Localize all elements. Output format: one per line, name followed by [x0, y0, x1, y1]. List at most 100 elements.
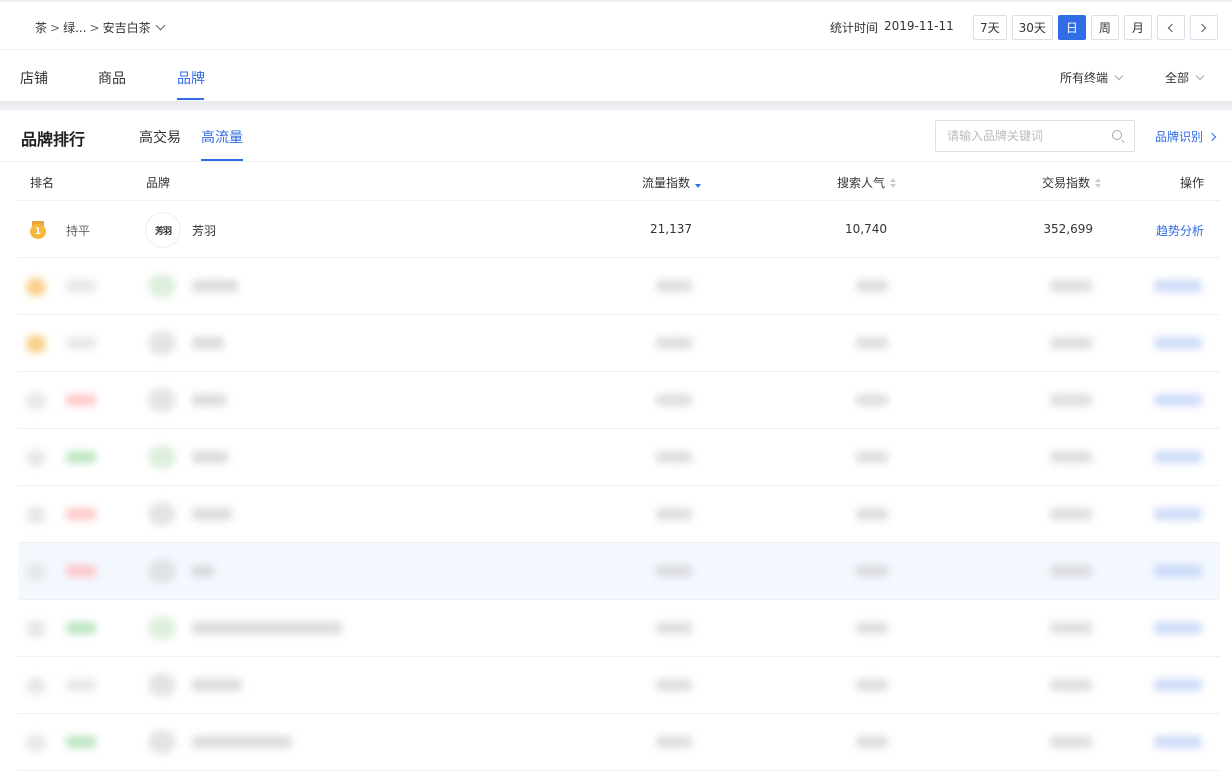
table-row[interactable] — [18, 714, 1220, 771]
brand-search[interactable] — [935, 120, 1135, 152]
trade-index-pill — [1050, 394, 1092, 406]
stat-time-value: 2019-11-11 — [884, 19, 954, 33]
obscured-row-content — [18, 714, 1220, 771]
brand-logo — [148, 388, 176, 412]
chevron-down-icon[interactable] — [155, 20, 166, 31]
tab-brands[interactable]: 品牌 — [177, 68, 205, 88]
action-link-pill — [1154, 736, 1202, 748]
search-icon[interactable] — [1112, 130, 1122, 140]
brand-logo — [148, 331, 176, 355]
period-month-button[interactable]: 月 — [1123, 15, 1152, 40]
traffic-index-pill — [656, 451, 692, 463]
terminal-dropdown[interactable]: 所有终端 — [1060, 69, 1124, 86]
traffic-index-value: 21,137 — [650, 222, 692, 236]
page-title: 品牌排行 — [21, 130, 86, 149]
brand-logo: 芳羽 — [145, 212, 181, 248]
sort-icon — [1095, 177, 1102, 188]
next-period-button[interactable] — [1189, 15, 1218, 40]
table-row[interactable] — [18, 657, 1220, 714]
tab-products[interactable]: 商品 — [98, 68, 126, 88]
prev-period-button[interactable] — [1156, 15, 1185, 40]
table-row[interactable] — [18, 543, 1220, 600]
column-search-label: 搜索人气 — [837, 176, 886, 190]
trend-analysis-link[interactable]: 趋势分析 — [1156, 222, 1204, 239]
search-popularity-pill — [856, 736, 888, 748]
table-row[interactable] — [18, 315, 1220, 372]
subtab-high-traffic[interactable]: 高流量 — [201, 127, 243, 147]
traffic-index-pill — [656, 394, 692, 406]
search-popularity-pill — [856, 394, 888, 406]
trade-index-pill — [1050, 508, 1092, 520]
rank-change-pill — [66, 280, 96, 292]
traffic-index-pill — [656, 679, 692, 691]
obscured-row-content — [18, 543, 1220, 600]
stat-time-label: 统计时间 — [830, 21, 879, 35]
rank-badge — [26, 278, 46, 296]
subtab-high-trade[interactable]: 高交易 — [139, 127, 181, 147]
active-subtab-indicator — [201, 159, 243, 161]
trade-index-value: 352,699 — [1043, 222, 1093, 236]
obscured-row-content — [18, 657, 1220, 714]
section-divider — [0, 101, 1232, 111]
table-row[interactable] — [18, 372, 1220, 429]
column-rank: 排名 — [30, 174, 54, 191]
column-traffic-index[interactable]: 流量指数 — [642, 174, 702, 191]
rank-badge — [26, 563, 46, 581]
brand-logo — [148, 616, 176, 640]
table-row[interactable] — [18, 600, 1220, 657]
brand-name-pill — [192, 508, 232, 520]
search-popularity-pill — [856, 508, 888, 520]
action-link-pill — [1154, 280, 1202, 292]
active-tab-indicator — [177, 98, 204, 100]
search-input[interactable] — [947, 129, 1107, 143]
ranking-header: 品牌排行 高交易 高流量 品牌识别 — [0, 111, 1232, 162]
top-bar: 茶 > 绿... > 安吉白茶 统计时间 2019-11-11 7天 30天 日… — [0, 0, 1232, 50]
brand-logo — [148, 730, 176, 754]
obscured-row-content — [18, 315, 1220, 372]
trade-index-pill — [1050, 679, 1092, 691]
action-link-pill — [1154, 337, 1202, 349]
breadcrumb-item-current[interactable]: 安吉白茶 — [103, 19, 151, 36]
action-link-pill — [1154, 679, 1202, 691]
brand-recognition-label: 品牌识别 — [1155, 130, 1204, 144]
period-7d-button[interactable]: 7天 — [973, 15, 1007, 40]
table-row[interactable]: 1 持平 芳羽 芳羽 21,137 10,740 352,699 趋势分析 — [18, 201, 1220, 258]
brand-logo-text: 芳羽 — [154, 223, 172, 237]
period-week-button[interactable]: 周 — [1090, 15, 1119, 40]
scope-dropdown[interactable]: 全部 — [1165, 69, 1205, 86]
brand-logo — [148, 673, 176, 697]
action-link-pill — [1154, 451, 1202, 463]
traffic-index-pill — [656, 565, 692, 577]
tab-stores[interactable]: 店铺 — [20, 68, 48, 88]
period-30d-button[interactable]: 30天 — [1011, 15, 1053, 40]
terminal-dropdown-label: 所有终端 — [1060, 71, 1109, 85]
table-row[interactable] — [18, 486, 1220, 543]
action-link-pill — [1154, 622, 1202, 634]
brand-name-pill — [192, 736, 292, 748]
breadcrumb-item-tea[interactable]: 茶 — [35, 19, 47, 36]
rank-change-pill — [66, 337, 96, 349]
brand-logo — [148, 559, 176, 583]
breadcrumb[interactable]: 茶 > 绿... > 安吉白茶 — [35, 19, 166, 36]
traffic-index-pill — [656, 736, 692, 748]
column-traffic-label: 流量指数 — [642, 176, 691, 190]
sort-desc-icon — [695, 178, 702, 188]
column-action: 操作 — [1180, 174, 1204, 191]
brand-name-pill — [192, 394, 226, 406]
trade-index-pill — [1050, 565, 1092, 577]
column-action-label: 操作 — [1180, 176, 1205, 190]
table-row[interactable] — [18, 258, 1220, 315]
brand-recognition-link[interactable]: 品牌识别 — [1155, 128, 1217, 145]
traffic-index-pill — [656, 508, 692, 520]
column-search-popularity[interactable]: 搜索人气 — [837, 174, 897, 191]
rank-change-pill — [66, 508, 96, 520]
nav-bar: 店铺 商品 品牌 所有终端 全部 — [0, 50, 1232, 101]
rank-badge — [26, 734, 46, 752]
table-row[interactable] — [18, 429, 1220, 486]
traffic-index-pill — [656, 337, 692, 349]
column-trade-label: 交易指数 — [1042, 176, 1091, 190]
period-day-button[interactable]: 日 — [1057, 15, 1086, 40]
breadcrumb-item-green[interactable]: 绿... — [63, 19, 86, 36]
brand-logo — [148, 502, 176, 526]
column-trade-index[interactable]: 交易指数 — [1042, 174, 1102, 191]
